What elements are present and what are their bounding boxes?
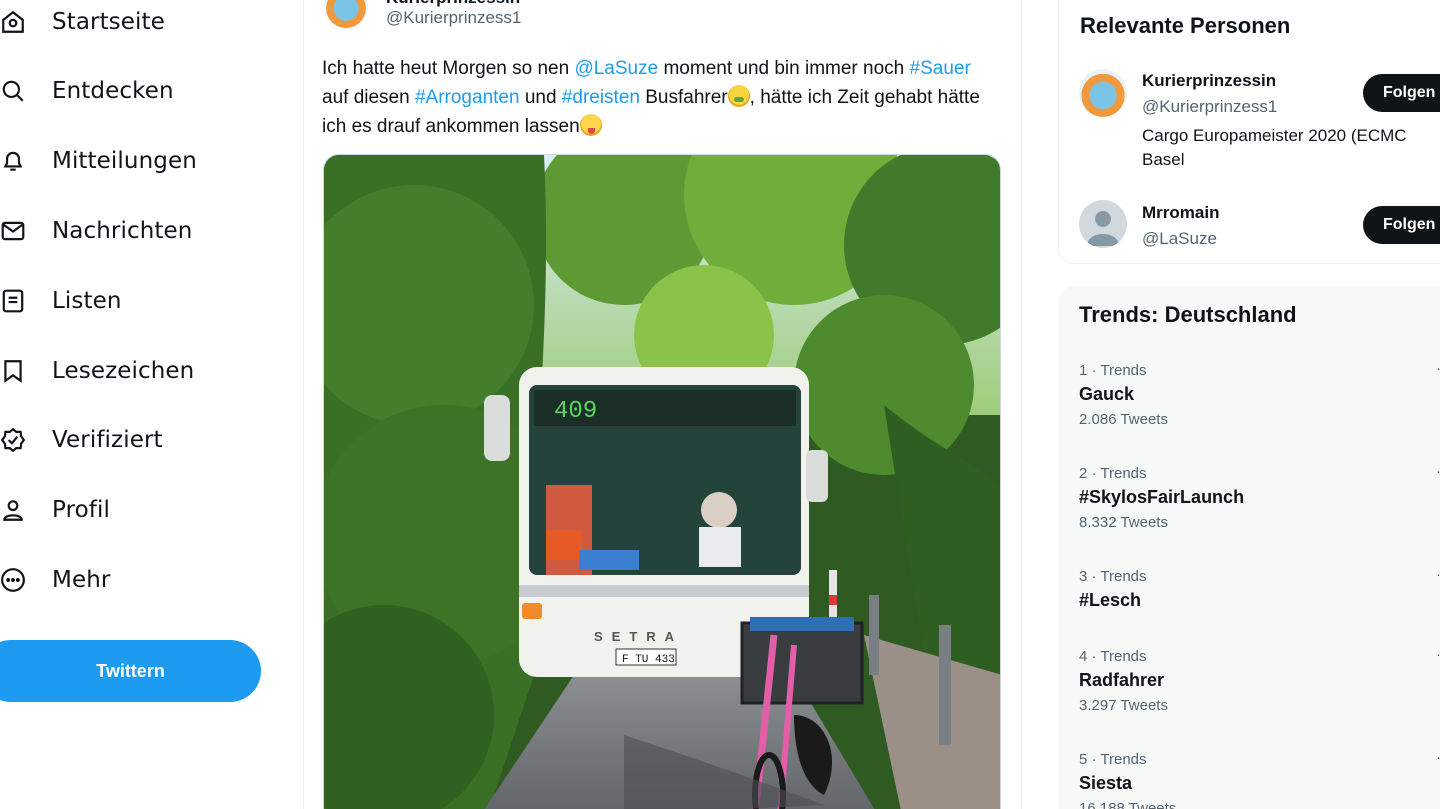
mention-link[interactable]: @LaSuze — [574, 58, 658, 79]
text-segment: auf diesen — [322, 87, 415, 108]
person-name[interactable]: Kurierprinzessin — [1142, 71, 1276, 91]
trend-item[interactable]: 2 · Trends #SkylosFairLaunch 8.332 Tweet… — [1079, 465, 1439, 555]
default-avatar-icon[interactable] — [1079, 200, 1127, 248]
search-icon — [0, 78, 26, 104]
trend-name: Radfahrer — [1079, 670, 1165, 690]
trend-meta: 4 · Trends — [1079, 648, 1147, 665]
text-segment: moment und bin immer noch — [658, 58, 910, 79]
bus-brand-label: SETRA — [594, 629, 683, 644]
bus-license-plate: F TU 433 — [622, 654, 675, 666]
trend-name: Siesta — [1079, 773, 1133, 793]
nav-item-home[interactable]: Startseite — [0, 0, 165, 50]
tweet-detail: Kurierprinzessin @Kurierprinzess1 Ich ha… — [304, 0, 1021, 809]
trend-meta: 5 · Trends — [1079, 751, 1147, 768]
bell-icon — [0, 148, 26, 174]
nav-label: Entdecken — [52, 78, 174, 104]
nav-label: Verifiziert — [52, 427, 163, 453]
author-handle[interactable]: @Kurierprinzess1 — [386, 8, 521, 28]
trend-meta: 1 · Trends — [1079, 362, 1147, 379]
nav-item-more[interactable]: Mehr — [0, 552, 110, 608]
trend-meta: 2 · Trends — [1079, 465, 1147, 482]
list-icon — [0, 288, 26, 314]
relevant-people-card: Relevante Personen Kurierprinzessin @Kur… — [1058, 0, 1440, 264]
nav-item-lists[interactable]: Listen — [0, 273, 122, 329]
nav-label: Profil — [52, 497, 110, 523]
more-icon — [0, 567, 26, 593]
nav-item-bookmarks[interactable]: Lesezeichen — [0, 343, 194, 399]
trend-count: 3.297 Tweets — [1079, 697, 1168, 714]
nav-label: Startseite — [52, 9, 165, 35]
person-handle[interactable]: @LaSuze — [1142, 229, 1217, 249]
person-handle[interactable]: @Kurierprinzess1 — [1142, 97, 1277, 117]
nav-item-profile[interactable]: Profil — [0, 482, 110, 538]
profile-icon — [0, 497, 26, 523]
text-segment: Ich hatte heut Morgen so nen — [322, 58, 575, 79]
nav-item-explore[interactable]: Entdecken — [0, 63, 174, 119]
person-bio: Cargo Europameister 2020 (ECMC Basel — [1142, 126, 1407, 169]
trend-name: #Lesch — [1079, 590, 1142, 610]
nav-item-messages[interactable]: Nachrichten — [0, 203, 192, 259]
trend-item[interactable]: 4 · Trends Radfahrer 3.297 Tweets — [1079, 648, 1439, 738]
home-icon — [0, 9, 26, 35]
author-avatar[interactable] — [322, 0, 370, 30]
trend-meta: 3 · Trends — [1079, 568, 1147, 585]
mail-icon — [0, 218, 26, 244]
trend-item[interactable]: 5 · Trends Siesta 16.188 Tweets — [1079, 751, 1439, 809]
nav-item-verified[interactable]: Verifiziert — [0, 412, 163, 468]
card-title: Trends: Deutschland — [1079, 302, 1297, 327]
more-dots-icon[interactable]: · — [1436, 566, 1440, 583]
trend-name: Gauck — [1079, 384, 1135, 404]
nav-label: Mitteilungen — [52, 148, 197, 174]
follow-button[interactable]: Folgen — [1363, 206, 1440, 244]
verified-icon — [0, 427, 26, 453]
trend-count: 16.188 Tweets — [1079, 800, 1177, 809]
more-dots-icon[interactable]: · — [1436, 463, 1440, 480]
tweet-button[interactable]: Twittern — [0, 640, 261, 702]
trends-card: Trends: Deutschland 1 · Trends Gauck 2.0… — [1058, 286, 1440, 809]
nav-label: Listen — [52, 288, 122, 314]
more-dots-icon[interactable]: · — [1436, 646, 1440, 663]
text-segment: Busfahrer — [639, 87, 728, 108]
author-name[interactable]: Kurierprinzessin — [386, 0, 520, 8]
trend-name: #SkylosFairLaunch — [1079, 487, 1245, 507]
trend-count: 8.332 Tweets — [1079, 514, 1168, 531]
bookmark-icon — [0, 358, 26, 384]
bus-photo-illustration: 409 SETRA F TU 433 — [324, 155, 1000, 809]
more-dots-icon[interactable]: · — [1436, 749, 1440, 766]
trend-count: 2.086 Tweets — [1079, 411, 1168, 428]
more-dots-icon[interactable]: · — [1436, 360, 1440, 377]
card-title: Relevante Personen — [1080, 13, 1291, 38]
nav-item-notifications[interactable]: Mitteilungen — [0, 133, 197, 189]
hashtag-link[interactable]: #Sauer — [910, 58, 971, 79]
left-navigation: Startseite Entdecken Mitteilungen Nachri… — [0, 0, 303, 809]
follow-button[interactable]: Folgen — [1363, 74, 1440, 112]
bus-destination-sign: 409 — [554, 398, 597, 425]
nav-label: Nachrichten — [52, 218, 193, 244]
person-avatar[interactable] — [1079, 69, 1127, 117]
trend-item[interactable]: 3 · Trends #Lesch — [1079, 568, 1439, 658]
nav-label: Lesezeichen — [52, 358, 195, 384]
nav-label: Mehr — [52, 567, 111, 593]
column-divider — [1021, 0, 1022, 809]
tweet-text: Ich hatte heut Morgen so nen @LaSuze mom… — [322, 54, 992, 141]
text-segment: und — [519, 87, 562, 108]
hashtag-link[interactable]: #dreisten — [562, 87, 640, 108]
hashtag-link[interactable]: #Arroganten — [415, 87, 520, 108]
tweet-photo[interactable]: 409 SETRA F TU 433 — [323, 154, 1001, 809]
zany-face-emoji-icon — [579, 114, 602, 136]
trend-item[interactable]: 1 · Trends Gauck 2.086 Tweets — [1079, 362, 1439, 452]
sour-face-emoji-icon — [727, 85, 750, 107]
person-name[interactable]: Mrromain — [1142, 203, 1219, 223]
